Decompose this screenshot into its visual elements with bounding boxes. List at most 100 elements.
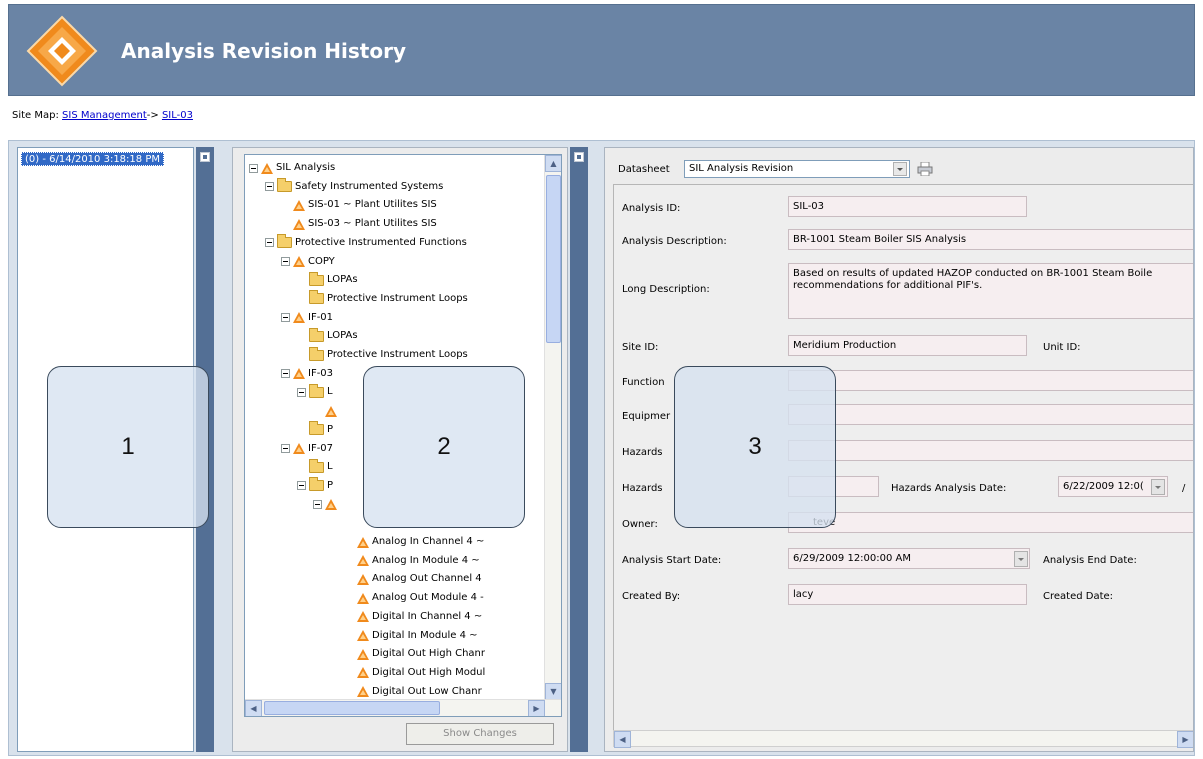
equipment-label: Equipmer [622,411,671,422]
callout-number: 3 [748,433,762,460]
folder-icon [309,477,324,492]
scroll-down-icon[interactable]: ▼ [545,683,561,700]
pin-icon[interactable] [574,152,584,162]
pin-icon[interactable] [200,152,210,162]
tree-node[interactable]: IF-01 [281,310,333,326]
tree-node-label: Digital Out High Chanr [372,648,485,660]
tree-node[interactable]: Digital Out High Modul [345,665,485,681]
tree-node[interactable] [313,497,340,513]
tree-node-label: Analog Out Channel 4 [372,573,482,585]
tree-node[interactable]: IF-07 [281,441,333,457]
tree-collapse-bar[interactable] [570,147,588,752]
collapse-icon[interactable] [281,444,290,453]
tree-node[interactable]: Digital In Module 4 ~ [345,628,478,644]
analysis-id-field[interactable]: SIL-03 [788,196,1027,217]
collapse-icon[interactable] [297,481,306,491]
scroll-right-icon[interactable]: ▶ [1177,731,1193,748]
tree-node-label: LOPAs [327,274,358,286]
datasheet-horizontal-scrollbar[interactable]: ◀ ▶ [613,730,1193,748]
show-changes-button[interactable]: Show Changes [406,723,554,745]
hazards-label: Hazards [622,447,663,458]
collapse-icon[interactable] [297,387,306,397]
chevron-down-icon[interactable] [1151,479,1165,495]
page-title: Analysis Revision History [121,39,406,63]
scroll-right-icon[interactable]: ▶ [528,700,545,716]
collapse-icon[interactable] [265,238,274,248]
analysis-description-label: Analysis Description: [622,236,727,247]
tree-node-label: Analog In Module 4 ~ [372,554,480,566]
owner-label: Owner: [622,519,658,530]
warning-triangle-icon [261,162,273,174]
collapse-icon[interactable] [281,313,290,323]
tree-node[interactable]: Safety Instrumented Systems [265,178,443,195]
datasheet-select-value: SIL Analysis Revision [689,163,794,174]
breadcrumb-label: Site Map: [12,110,59,121]
warning-triangle-icon [293,312,305,324]
scroll-left-icon[interactable]: ◀ [614,731,631,748]
tree-node[interactable]: Digital Out High Chanr [345,646,485,662]
tree-node[interactable]: P [297,421,333,438]
hazards-field[interactable] [788,440,1193,461]
tree-node[interactable]: Analog In Module 4 ~ [345,553,480,569]
tree-node[interactable]: COPY [281,254,335,270]
long-description-label: Long Description: [622,284,710,295]
tree-node[interactable]: LOPAs [297,327,358,344]
collapse-icon[interactable] [265,182,274,192]
tree-horizontal-scrollbar[interactable]: ◀ ▶ [245,699,561,716]
tree-node[interactable]: P [297,477,333,494]
tree-node[interactable]: Analog Out Channel 4 [345,571,482,587]
collapse-icon[interactable] [281,369,290,379]
tree-node[interactable]: Digital Out Low Chanr [345,684,482,700]
tree-node[interactable]: Protective Instrumented Functions [265,234,467,251]
tree-node-label: SIL Analysis [276,162,336,173]
warning-triangle-icon [357,536,369,548]
tree-node[interactable]: Digital In Channel 4 ~ [345,609,482,625]
tree-node[interactable]: IF-03 [281,366,333,382]
tree-node[interactable]: Protective Instrument Loops [297,346,468,363]
tree-node-label: SIS-01 ~ Plant Utilites SIS [308,199,437,211]
chevron-down-icon[interactable] [1014,551,1028,567]
tree-horizontal-scroll-thumb[interactable] [264,701,440,715]
function-field[interactable] [788,370,1193,391]
breadcrumb-link-sil-03[interactable]: SIL-03 [162,110,193,121]
collapse-icon[interactable] [281,257,290,266]
tree-node[interactable] [329,515,341,531]
scroll-up-icon[interactable]: ▲ [545,155,561,172]
datasheet-select[interactable]: SIL Analysis Revision [684,160,910,178]
tree-vertical-scroll-thumb[interactable] [546,175,561,343]
tree-node[interactable]: SIS-03 ~ Plant Utilites SIS [281,216,437,232]
collapse-icon[interactable] [249,163,258,173]
owner-field[interactable]: teve [788,512,1193,533]
folder-icon [277,234,292,249]
callout-3: 3 [674,366,836,528]
collapse-icon[interactable] [313,500,322,510]
print-icon[interactable] [917,162,933,176]
equipment-field[interactable] [788,404,1193,425]
tree-node[interactable]: SIS-01 ~ Plant Utilites SIS [281,197,437,213]
analysis-end-date-label: Analysis End Date: [1043,555,1137,566]
analysis-description-field[interactable]: BR-1001 Steam Boiler SIS Analysis [788,229,1193,250]
tree-node[interactable]: SIL Analysis [249,160,335,176]
tree-node[interactable] [313,403,340,419]
revision-item[interactable]: (0) - 6/14/2010 3:18:18 PM [21,152,164,166]
chevron-down-icon[interactable] [893,162,907,176]
analysis-start-date-field[interactable]: 6/29/2009 12:00:00 AM [788,548,1030,569]
tree-node[interactable]: Analog In Channel 4 ~ [345,534,484,550]
tree-vertical-scrollbar[interactable]: ▲ ▼ [544,155,561,700]
warning-triangle-icon [325,405,337,417]
created-by-field[interactable]: lacy [788,584,1027,605]
site-id-field[interactable]: Meridium Production [788,335,1027,356]
tree-node[interactable]: L [297,458,333,475]
breadcrumb-link-sis-management[interactable]: SIS Management [62,110,147,121]
tree-node-label: Digital In Channel 4 ~ [372,610,483,622]
tree-node[interactable]: L [297,383,333,400]
folder-icon [309,327,324,342]
long-description-field[interactable]: Based on results of updated HAZOP conduc… [788,263,1193,319]
tree-node-label: Digital Out Low Chanr [372,685,482,697]
tree-node[interactable]: Analog Out Module 4 - [345,590,484,606]
tree-node[interactable]: LOPAs [297,271,358,288]
tree-node-label: Analog Out Module 4 - [372,592,484,604]
tree-node[interactable]: Protective Instrument Loops [297,290,468,307]
scroll-left-icon[interactable]: ◀ [245,700,262,716]
callout-number: 2 [437,433,451,460]
